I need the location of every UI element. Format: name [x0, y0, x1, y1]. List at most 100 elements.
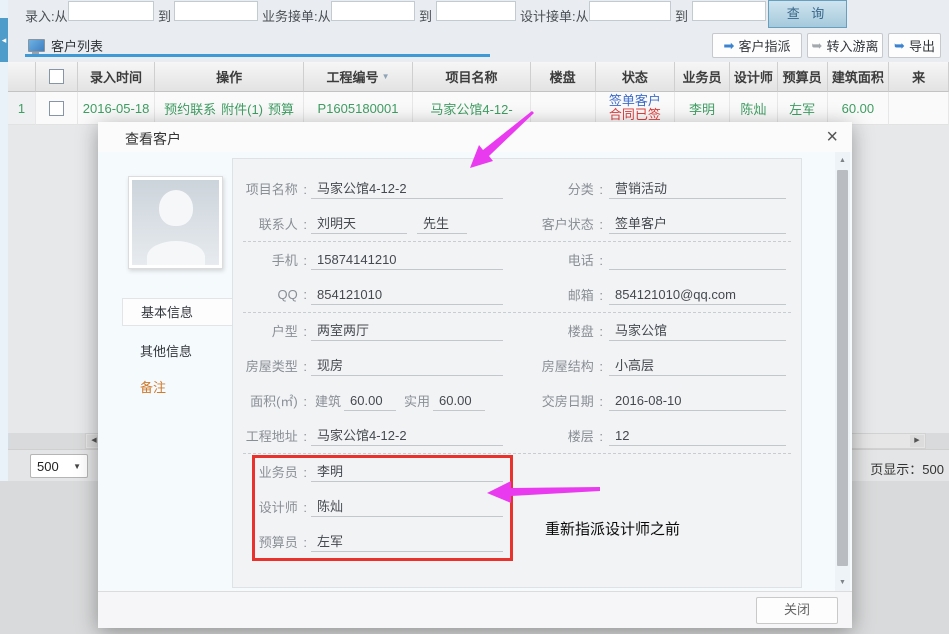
dialog-scrollbar[interactable]: ▲ ▼ [835, 152, 850, 592]
op-link-contact[interactable]: 预约联系 [164, 99, 216, 118]
mobile-value: 15874141210 [311, 249, 503, 270]
field-label: 工程地址 [233, 426, 307, 445]
dialog-header: 查看客户 × [98, 122, 852, 153]
export-label: 导出 [909, 36, 935, 55]
search-button[interactable]: 查 询 [768, 0, 847, 28]
close-dialog-button[interactable]: 关闭 [756, 597, 838, 624]
tab-basic-info[interactable]: 基本信息 [122, 298, 232, 326]
scroll-down-icon[interactable]: ▼ [835, 576, 850, 590]
sales-from-input[interactable] [331, 1, 415, 21]
header-project-code[interactable]: 工程编号▼ [304, 62, 414, 92]
dialog-title: 查看客户 [125, 129, 181, 149]
budgeter-value: 左军 [311, 531, 503, 552]
category-value: 营销活动 [609, 178, 786, 199]
row-select-cell[interactable] [36, 92, 78, 125]
cell-project-name: 马家公馆4-12- [413, 92, 531, 125]
sales-to-input[interactable] [436, 1, 516, 21]
header-budgeter[interactable]: 预算员 [778, 62, 828, 92]
filter-entry-label: 录入:从 [25, 6, 68, 25]
cell-designer: 陈灿 [730, 92, 778, 125]
customer-status-value: 签单客户 [609, 213, 786, 234]
building-value: 马家公馆 [609, 320, 786, 341]
contact-title-value: 先生 [417, 213, 467, 234]
field-label: 分类 [511, 179, 603, 198]
cell-build-area: 60.00 [828, 92, 890, 125]
delivery-date-value: 2016-08-10 [609, 390, 786, 411]
export-icon: ➥ [894, 38, 905, 54]
header-select-all[interactable] [36, 62, 78, 92]
header-rownum [8, 62, 36, 92]
transfer-free-button[interactable]: ➥ 转入游离 [807, 33, 883, 58]
row-number: 1 [8, 92, 36, 125]
tab-remark[interactable]: 备注 [122, 374, 232, 402]
status-contract: 合同已签 [609, 108, 661, 122]
header-status[interactable]: 状态 [596, 62, 676, 92]
field-label: 项目名称 [233, 179, 307, 198]
house-kind-value: 现房 [311, 355, 503, 376]
op-link-budget[interactable]: 预算 [268, 99, 294, 118]
select-caret-icon: ▼ [73, 462, 81, 471]
scrollbar-thumb[interactable] [837, 170, 848, 566]
collapse-panel-icon[interactable]: ◂ [0, 18, 8, 62]
structure-value: 小高层 [609, 355, 786, 376]
field-label: 设计师 [233, 497, 307, 516]
basic-info-panel: 项目名称马家公馆4-12-2 分类营销活动 联系人刘明天先生 客户状态签单客户 … [232, 158, 802, 588]
page-size-value: 500 [37, 459, 59, 474]
entry-from-input[interactable] [68, 1, 154, 21]
monitor-icon [28, 39, 45, 52]
qq-value: 854121010 [311, 284, 503, 305]
dialog-body: 基本信息 其他信息 备注 项目名称马家公馆4-12-2 分类营销活动 联系人刘明… [98, 152, 852, 592]
header-building[interactable]: 楼盘 [531, 62, 596, 92]
header-salesman[interactable]: 业务员 [675, 62, 730, 92]
cell-building [531, 92, 596, 125]
tab-bar: 客户列表 ➡ 客户指派 ➥ 转入游离 ➥ 导出 [8, 28, 949, 62]
op-link-attachment[interactable]: 附件(1) [221, 99, 263, 118]
scroll-up-icon[interactable]: ▲ [835, 154, 850, 168]
header-project-name[interactable]: 项目名称 [413, 62, 531, 92]
designer-value: 陈灿 [311, 496, 503, 517]
field-label: 房屋结构 [511, 356, 603, 375]
cell-project-code[interactable]: P1605180001 [304, 92, 414, 125]
header-entry-date[interactable]: 录入时间 [78, 62, 156, 92]
field-label: 户型 [233, 321, 307, 340]
project-code-label: 工程编号 [327, 67, 379, 86]
field-label: 业务员 [233, 462, 307, 481]
filter-to-label-1: 到 [158, 6, 171, 25]
area-usable-label: 实用 [404, 391, 430, 410]
header-operation[interactable]: 操作 [155, 62, 303, 92]
select-all-checkbox[interactable] [49, 69, 64, 84]
salesman-value: 李明 [311, 461, 503, 482]
export-button[interactable]: ➥ 导出 [888, 33, 941, 58]
field-label: 联系人 [233, 214, 307, 233]
scroll-right-icon[interactable]: ▶ [910, 435, 924, 447]
entry-to-input[interactable] [174, 1, 258, 21]
row-checkbox[interactable] [49, 101, 64, 116]
header-source[interactable]: 来 [889, 62, 949, 92]
transfer-icon: ➥ [812, 38, 823, 54]
header-build-area[interactable]: 建筑面积 [828, 62, 890, 92]
filter-sales-label: 业务接单:从 [262, 6, 331, 25]
page-size-select[interactable]: 500 ▼ [30, 454, 88, 478]
app-window: ◂ 录入:从 到 业务接单:从 到 设计接单:从 到 查 询 客户列表 ➡ 客户… [0, 0, 949, 634]
assign-customer-button[interactable]: ➡ 客户指派 [712, 33, 802, 58]
header-designer[interactable]: 设计师 [730, 62, 778, 92]
tab-other-info[interactable]: 其他信息 [122, 338, 232, 366]
table-header-row: 录入时间 操作 工程编号▼ 项目名称 楼盘 状态 业务员 设计师 预算员 建筑面… [8, 62, 949, 92]
field-label: 楼层 [511, 426, 603, 445]
view-customer-dialog: 查看客户 × 基本信息 其他信息 备注 项目名称马家公馆4-12-2 分类营销活… [98, 122, 852, 628]
cell-budgeter: 左军 [778, 92, 828, 125]
field-label: QQ [233, 287, 307, 302]
assign-customer-label: 客户指派 [738, 36, 790, 55]
filter-design-label: 设计接单:从 [520, 6, 589, 25]
phone-value [609, 249, 786, 270]
design-to-input[interactable] [692, 1, 766, 21]
table-row: 1 2016-05-18 预约联系 附件(1) 预算 P1605180001 马… [8, 92, 949, 125]
cell-source [889, 92, 949, 125]
dialog-footer: 关闭 [98, 591, 852, 628]
customer-avatar [128, 176, 223, 269]
design-from-input[interactable] [589, 1, 671, 21]
email-value: 854121010@qq.com [609, 284, 786, 305]
tab-customer-list[interactable]: 客户列表 [28, 34, 103, 56]
floor-value: 12 [609, 425, 786, 446]
close-icon[interactable]: × [826, 125, 838, 149]
